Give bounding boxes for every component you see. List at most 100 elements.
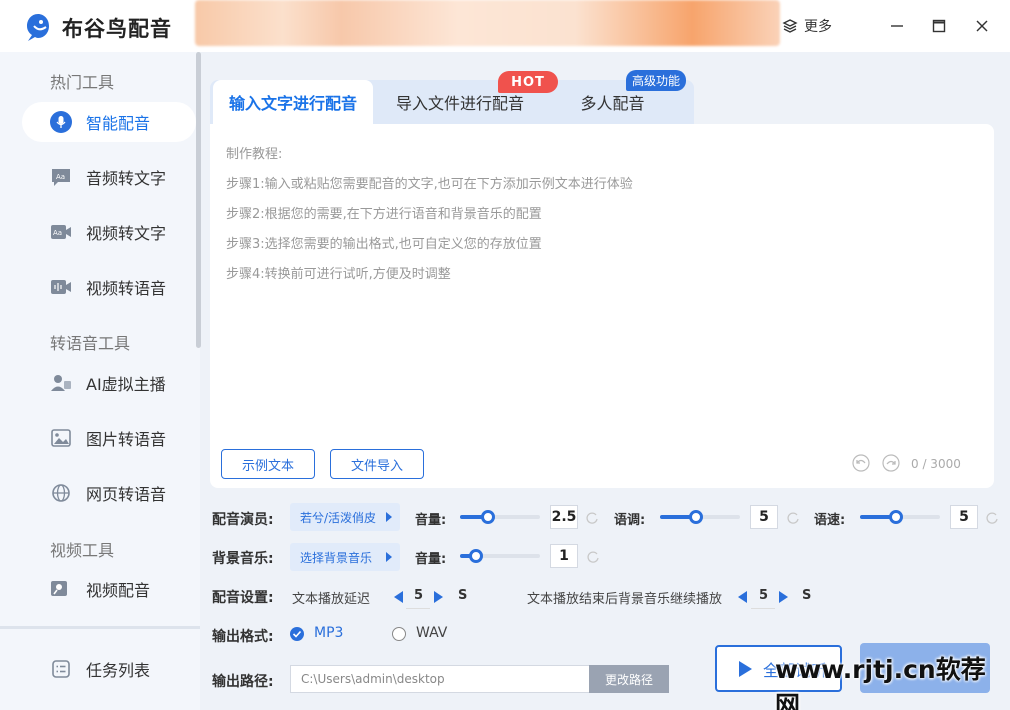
pitch-value[interactable]: 5 [750, 505, 778, 529]
sidebar-item-audio-to-text[interactable]: Aa 音频转文字 [22, 157, 196, 197]
char-counter: 0 / 3000 [911, 457, 961, 471]
app-title: 布谷鸟配音 [62, 17, 172, 41]
layers-icon [782, 19, 798, 33]
slider-knob[interactable] [481, 510, 495, 524]
maximize-icon [932, 19, 946, 33]
sidebar-item-label: 视频配音 [86, 581, 151, 600]
bgm-volume-value[interactable]: 1 [550, 544, 578, 568]
continue-unit: S [802, 588, 812, 603]
slider-knob[interactable] [689, 510, 703, 524]
reset-icon[interactable] [786, 511, 800, 525]
mic-icon [50, 111, 72, 133]
sidebar-item-label: 网页转语音 [86, 485, 167, 504]
output-path-label: 输出路径: [212, 674, 274, 690]
more-label: 更多 [804, 19, 832, 35]
audio-text-icon: Aa [50, 166, 72, 188]
continue-increase-icon[interactable] [779, 591, 788, 603]
sidebar-scrollbar[interactable] [196, 52, 201, 348]
slider-knob[interactable] [889, 510, 903, 524]
wav-label[interactable]: WAV [416, 625, 447, 641]
sidebar-item-smart-voice[interactable]: 智能配音 [22, 102, 196, 142]
delay-value[interactable]: 5 [414, 588, 423, 603]
sidebar-item-label: 视频转文字 [86, 224, 167, 243]
more-button[interactable]: 更多 [782, 16, 832, 36]
sidebar-item-web-to-voice[interactable]: 网页转语音 [22, 473, 196, 513]
sidebar-item-label: 图片转语音 [86, 430, 167, 449]
video-mic-icon [50, 578, 72, 600]
tutorial-step: 步骤1:输入或粘贴您需要配音的文字,也可在下方添加示例文本进行体验 [226, 177, 633, 192]
maximize-button[interactable] [927, 14, 951, 38]
tutorial-step: 步骤2:根据您的需要,在下方进行语音和背景音乐的配置 [226, 207, 542, 222]
bgm-volume-slider[interactable] [460, 549, 540, 563]
watermark: www.rjtj.cn软荐网 [775, 655, 986, 710]
voice-actor-label: 配音演员: [212, 512, 274, 528]
bird-logo-icon [27, 14, 49, 41]
tutorial-step: 步骤3:选择您需要的输出格式,也可自定义您的存放位置 [226, 237, 542, 252]
mp3-label[interactable]: MP3 [314, 625, 343, 641]
promo-banner[interactable] [195, 0, 780, 46]
image-icon [50, 427, 72, 449]
format-label: 输出格式: [212, 629, 274, 645]
sidebar-item-image-to-voice[interactable]: 图片转语音 [22, 418, 196, 458]
settings-label: 配音设置: [212, 590, 274, 606]
sidebar-item-label: AI虚拟主播 [86, 375, 166, 394]
delay-increase-icon[interactable] [434, 591, 443, 603]
file-import-button[interactable]: 文件导入 [330, 449, 424, 479]
sidebar-item-video-to-voice[interactable]: 视频转语音 [22, 267, 196, 307]
sidebar-item-ai-anchor[interactable]: AI虚拟主播 [22, 363, 196, 403]
sidebar-item-label: 智能配音 [86, 114, 151, 133]
hot-badge: HOT [498, 71, 558, 93]
wav-radio[interactable] [392, 627, 406, 641]
minimize-icon [891, 25, 903, 27]
voice-actor-select[interactable]: 若兮/活泼俏皮 [290, 503, 400, 531]
slider-knob[interactable] [469, 549, 483, 563]
bgm-select[interactable]: 选择背景音乐 [290, 543, 400, 571]
sidebar-item-label: 音频转文字 [86, 169, 167, 188]
minimize-button[interactable] [885, 14, 909, 38]
sidebar-item-label: 视频转语音 [86, 279, 167, 298]
text-editor[interactable]: 制作教程: 步骤1:输入或粘贴您需要配音的文字,也可在下方添加示例文本进行体验 … [210, 124, 994, 488]
delay-decrease-icon[interactable] [394, 591, 403, 603]
voice-volume-value[interactable]: 2.5 [550, 505, 578, 529]
sidebar-item-video-dubbing[interactable]: 视频配音 [22, 569, 196, 609]
reset-icon[interactable] [585, 511, 599, 525]
list-icon [50, 658, 72, 680]
reset-icon[interactable] [985, 511, 999, 525]
tab-text-input[interactable]: 输入文字进行配音 [213, 80, 373, 124]
video-text-icon: Aa [50, 221, 72, 243]
svg-text:Aa: Aa [53, 229, 62, 237]
avatar-icon [50, 372, 72, 394]
output-path-input[interactable]: C:\Users\admin\desktop [290, 665, 590, 693]
speed-label: 语速: [814, 513, 846, 528]
close-icon [976, 20, 988, 32]
delay-unit: S [458, 588, 468, 603]
speed-slider[interactable] [860, 510, 940, 524]
bgm-value: 选择背景音乐 [300, 550, 373, 565]
undo-icon[interactable] [852, 454, 870, 472]
play-icon [739, 660, 752, 677]
delay-underline [406, 608, 430, 609]
sidebar-item-task-list[interactable]: 任务列表 [22, 649, 196, 689]
group-title-voice-tools: 转语音工具 [50, 334, 131, 353]
bgm-label: 背景音乐: [212, 551, 274, 567]
pitch-slider[interactable] [660, 510, 740, 524]
reset-icon[interactable] [586, 550, 600, 564]
video-voice-icon [50, 276, 72, 298]
voice-volume-label: 音量: [415, 513, 447, 528]
redo-icon[interactable] [882, 454, 900, 472]
bgm-volume-label: 音量: [415, 552, 447, 567]
continue-decrease-icon[interactable] [738, 591, 747, 603]
sidebar-item-video-to-text[interactable]: Aa 视频转文字 [22, 212, 196, 252]
speed-value[interactable]: 5 [950, 505, 978, 529]
svg-text:Aa: Aa [56, 173, 65, 181]
tutorial-title: 制作教程: [226, 147, 283, 162]
mp3-radio[interactable] [290, 627, 304, 641]
continue-value[interactable]: 5 [759, 588, 768, 603]
sample-text-button[interactable]: 示例文本 [221, 449, 315, 479]
change-path-button[interactable]: 更改路径 [589, 665, 669, 693]
close-button[interactable] [970, 14, 994, 38]
check-icon [292, 630, 302, 638]
voice-volume-slider[interactable] [460, 510, 540, 524]
group-title-hot: 热门工具 [50, 73, 115, 92]
voice-actor-value: 若兮/活泼俏皮 [300, 510, 377, 525]
